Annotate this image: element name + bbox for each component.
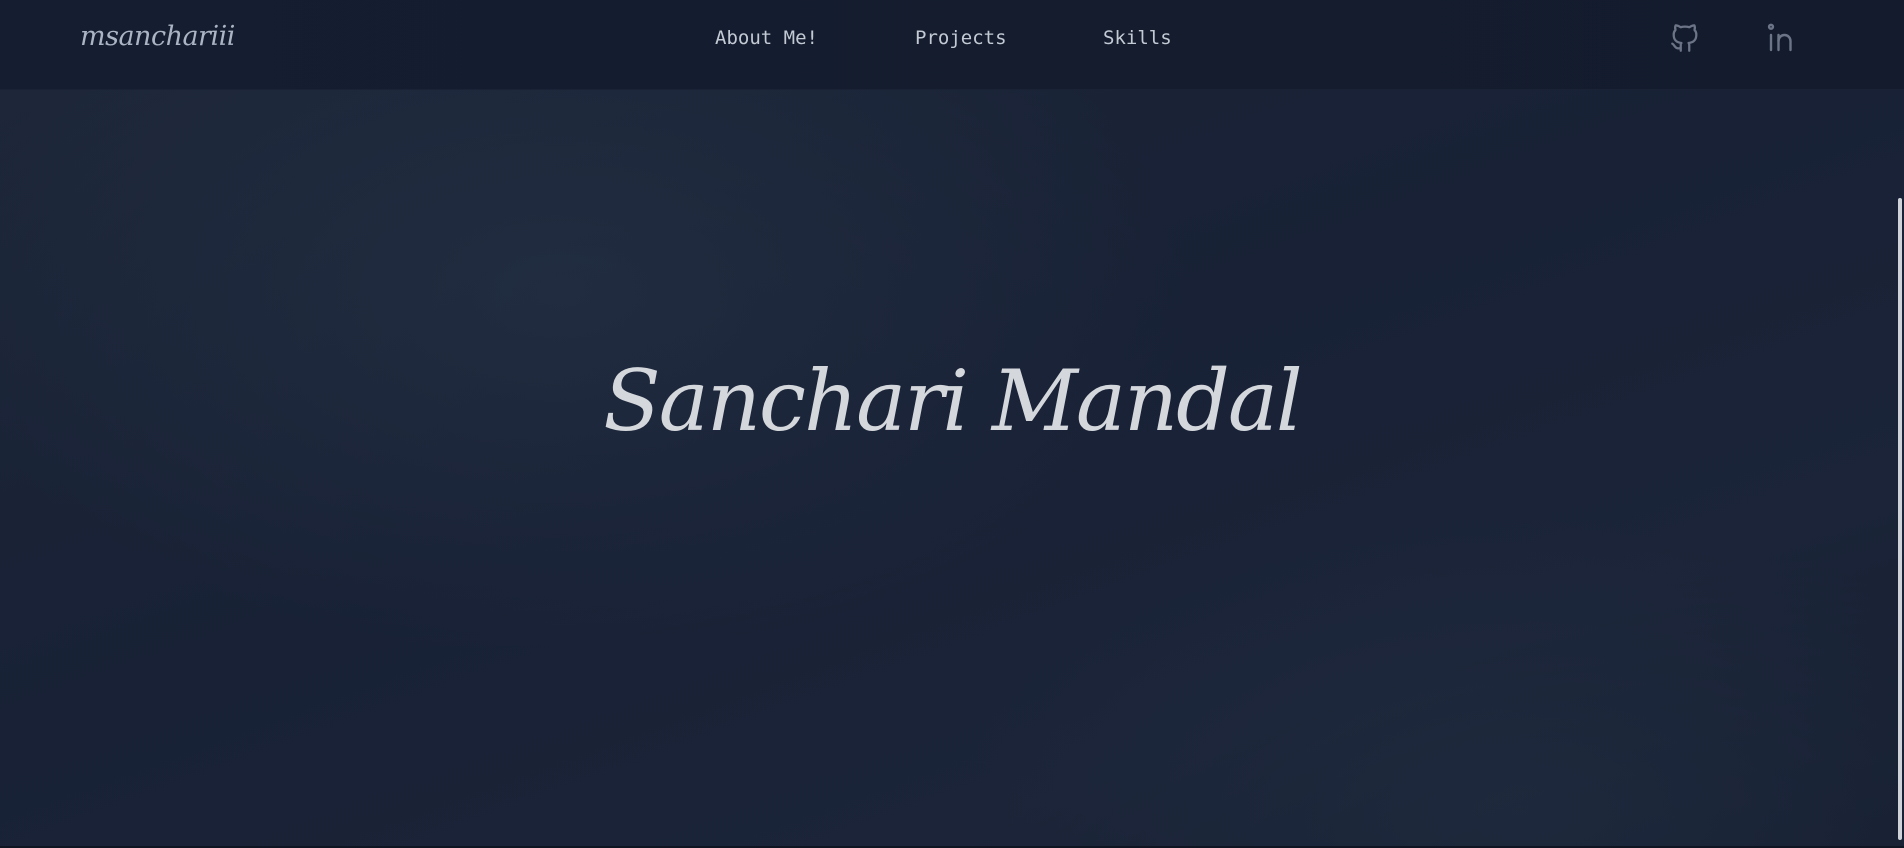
hero-section: Sanchari Mandal [0, 90, 1904, 848]
linkedin-icon [1767, 23, 1792, 52]
scrollbar-thumb[interactable] [1898, 198, 1902, 840]
page-scrollbar[interactable] [1896, 90, 1904, 848]
nav-link-projects[interactable]: Projects [915, 27, 1007, 49]
github-icon [1671, 24, 1698, 52]
nav-link-about[interactable]: About Me! [715, 27, 818, 49]
top-navbar: msanchariii About Me! Projects Skills [0, 0, 1904, 90]
hero-name-title: Sanchari Mandal [603, 352, 1303, 450]
github-link[interactable] [1665, 18, 1705, 58]
linkedin-link[interactable] [1763, 18, 1803, 58]
nav-link-skills[interactable]: Skills [1103, 27, 1172, 49]
main-nav: About Me! Projects Skills [0, 27, 1904, 53]
